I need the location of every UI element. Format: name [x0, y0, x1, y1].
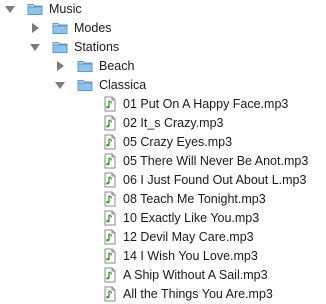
audio-file-icon [102, 172, 118, 188]
file-name: 05 There Will Never Be Anot.mp3 [123, 154, 309, 168]
audio-file-icon [102, 115, 118, 131]
file-row[interactable]: 14 I Wish You Love.mp3 [0, 247, 326, 266]
file-row[interactable]: 02 It_s Crazy.mp3 [0, 114, 326, 133]
audio-file-icon [102, 134, 118, 150]
file-row[interactable]: A Ship Without A Sail.mp3 [0, 266, 326, 285]
tree-node-beach[interactable]: Beach [0, 57, 326, 76]
folder-icon [52, 20, 68, 36]
disclosure-triangle-expanded-icon[interactable] [4, 3, 16, 15]
folder-icon [27, 1, 43, 17]
audio-file-icon [102, 229, 118, 245]
folder-icon [77, 58, 93, 74]
file-row[interactable]: 08 Teach Me Tonight.mp3 [0, 190, 326, 209]
tree-node-label: Music [49, 2, 82, 16]
audio-file-icon [102, 191, 118, 207]
file-row[interactable]: 05 Crazy Eyes.mp3 [0, 133, 326, 152]
file-name: 12 Devil May Care.mp3 [123, 230, 254, 244]
file-name: 01 Put On A Happy Face.mp3 [123, 97, 289, 111]
tree-node-modes[interactable]: Modes [0, 19, 326, 38]
tree-node-label: Stations [74, 40, 120, 54]
file-row[interactable]: 10 Exactly Like You.mp3 [0, 209, 326, 228]
file-row[interactable]: 06 I Just Found Out About L.mp3 [0, 171, 326, 190]
file-name: All the Things You Are.mp3 [123, 287, 273, 301]
tree-node-label: Beach [99, 59, 135, 73]
file-name: 06 I Just Found Out About L.mp3 [123, 173, 307, 187]
file-row[interactable]: 12 Devil May Care.mp3 [0, 228, 326, 247]
disclosure-triangle-expanded-icon[interactable] [54, 79, 66, 91]
tree-node-classica[interactable]: Classica [0, 76, 326, 95]
file-name: 02 It_s Crazy.mp3 [123, 116, 224, 130]
disclosure-triangle-collapsed-icon[interactable] [54, 60, 66, 72]
disclosure-triangle-collapsed-icon[interactable] [29, 22, 41, 34]
file-name: 05 Crazy Eyes.mp3 [123, 135, 233, 149]
audio-file-icon [102, 210, 118, 226]
audio-file-icon [102, 248, 118, 264]
file-row[interactable]: All the Things You Are.mp3 [0, 285, 326, 304]
folder-icon [52, 39, 68, 55]
audio-file-icon [102, 286, 118, 302]
file-name: 08 Teach Me Tonight.mp3 [123, 192, 266, 206]
audio-file-icon [102, 153, 118, 169]
file-name: 10 Exactly Like You.mp3 [123, 211, 260, 225]
folder-icon [77, 77, 93, 93]
audio-file-icon [102, 267, 118, 283]
disclosure-triangle-expanded-icon[interactable] [29, 41, 41, 53]
tree-node-label: Classica [99, 78, 147, 92]
file-name: 14 I Wish You Love.mp3 [123, 249, 258, 263]
file-name: A Ship Without A Sail.mp3 [123, 268, 268, 282]
tree-node-stations[interactable]: Stations [0, 38, 326, 57]
file-row[interactable]: 05 There Will Never Be Anot.mp3 [0, 152, 326, 171]
audio-file-icon [102, 96, 118, 112]
tree-node-label: Modes [74, 21, 112, 35]
file-tree: Music Modes Stations Beach Classica 01 P… [0, 0, 326, 304]
file-row[interactable]: 01 Put On A Happy Face.mp3 [0, 95, 326, 114]
tree-node-music[interactable]: Music [0, 0, 326, 19]
